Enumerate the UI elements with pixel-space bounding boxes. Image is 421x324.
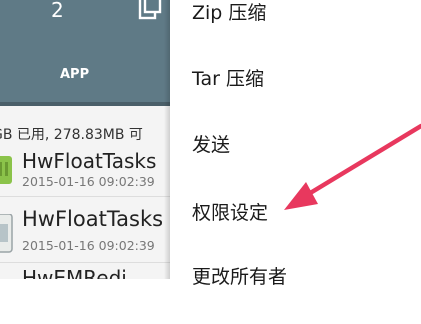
menu-item-change-owner[interactable]: 更改所有者 bbox=[170, 258, 421, 324]
file-name: HwEMRedi bbox=[22, 266, 127, 279]
copy-icon[interactable] bbox=[137, 0, 163, 26]
pointer-arrow-annotation bbox=[284, 123, 421, 210]
menu-item-label: Tar 压缩 bbox=[192, 68, 264, 90]
file-date: 2015-01-16 09:02:39 bbox=[22, 238, 155, 253]
action-bar: 2 APP bbox=[0, 0, 170, 106]
menu-item-label: Zip 压缩 bbox=[192, 2, 267, 24]
selected-count: 2 bbox=[51, 0, 64, 22]
menu-item-label: 权限设定 bbox=[192, 202, 269, 224]
storage-info: GB 已用, 278.83MB 可 bbox=[0, 127, 143, 143]
menu-item-tar-compress[interactable]: Tar 压缩 bbox=[170, 60, 421, 126]
file-name: HwFloatTasks bbox=[22, 207, 164, 231]
menu-item-label: 更改所有者 bbox=[192, 266, 288, 288]
menu-item-zip-compress[interactable]: Zip 压缩 bbox=[170, 0, 421, 60]
file-manager-panel: 2 APP GB 已用, 278.83MB 可 HwFloatTasks 201… bbox=[0, 0, 170, 279]
list-divider bbox=[0, 262, 170, 263]
file-name: HwFloatTasks bbox=[22, 149, 157, 173]
android-apk-icon bbox=[0, 156, 14, 190]
menu-item-label: 发送 bbox=[192, 134, 231, 156]
list-divider bbox=[0, 196, 170, 197]
file-date: 2015-01-16 09:02:39 bbox=[22, 174, 155, 189]
android-apk-icon bbox=[0, 213, 14, 258]
tab-indicator bbox=[0, 102, 170, 106]
tab-app[interactable]: APP bbox=[60, 67, 89, 82]
